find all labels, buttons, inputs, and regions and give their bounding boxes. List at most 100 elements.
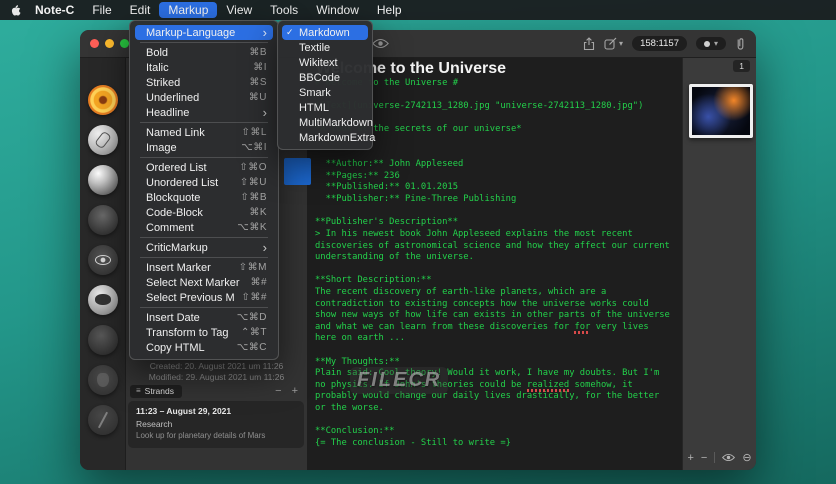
menubar-item-file[interactable]: File — [83, 2, 120, 18]
note-card[interactable]: 11:23 – August 29, 2021 Research Look up… — [128, 401, 304, 448]
sphere-icon[interactable] — [87, 165, 118, 195]
compose-group[interactable]: ▾ — [604, 37, 623, 50]
attach-paperclip-icon[interactable] — [735, 37, 746, 51]
note-title-label: Research — [136, 419, 173, 429]
submenu-item-smark[interactable]: Smark — [282, 85, 368, 100]
menubar-item-view[interactable]: View — [217, 2, 261, 18]
menu-item-transform-to-tag[interactable]: Transform to Tag ⌃⌘T — [135, 325, 273, 340]
menu-separator — [140, 257, 268, 258]
submenu-item-wikitext[interactable]: Wikitext — [282, 55, 368, 70]
zoom-window-button[interactable] — [120, 39, 129, 48]
menu-item-copy-html[interactable]: Copy HTML ⌥⌘C — [135, 340, 273, 355]
share-icon[interactable] — [583, 36, 595, 51]
shortcut-label: ⇧⌘L — [241, 127, 267, 138]
add-attachment-button[interactable]: + — [687, 452, 693, 464]
shortcut-label: ⌥⌘I — [241, 142, 267, 153]
add-note-button[interactable]: + — [287, 385, 303, 397]
menu-item-ordered-list[interactable]: Ordered List ⇧⌘O — [135, 160, 273, 175]
preview-eye-icon[interactable] — [372, 38, 389, 49]
menubar-item-help[interactable]: Help — [368, 2, 411, 18]
image-attachment-block[interactable] — [284, 158, 311, 185]
mask-icon[interactable] — [87, 365, 118, 395]
menubar-app-name[interactable]: Note-C — [26, 2, 83, 18]
attachments-panel: 1 + − ⊖ — [682, 58, 756, 470]
dot-icon — [703, 40, 710, 47]
submenu-item-bbcode[interactable]: BBCode — [282, 70, 368, 85]
submenu-item-markdown[interactable]: ✓ Markdown — [282, 25, 368, 40]
menu-item-headline[interactable]: Headline › — [135, 105, 273, 120]
remove-note-button[interactable]: − — [270, 385, 286, 397]
menu-item-unordered-list[interactable]: Unordered List ⇧⌘U — [135, 175, 273, 190]
code-line: here on earth ... — [315, 333, 406, 344]
minimize-window-button[interactable] — [105, 39, 114, 48]
apple-logo-icon[interactable] — [10, 4, 21, 17]
menu-separator — [140, 122, 268, 123]
code-line: > In his newest book John Appleseed expl… — [315, 228, 633, 239]
stone-icon[interactable] — [87, 325, 118, 355]
astronaut-icon[interactable] — [87, 285, 118, 315]
menu-item-code-block[interactable]: Code-Block ⌘K — [135, 205, 273, 220]
strands-button[interactable]: ≡ Strands — [130, 384, 182, 398]
menu-separator — [140, 237, 268, 238]
disc-icon[interactable] — [87, 205, 118, 235]
note-created-label: Created: 20. August 2021 um 11:26 — [149, 361, 284, 371]
shortcut-label: ⌃⌘T — [241, 327, 267, 338]
menubar-item-tools[interactable]: Tools — [261, 2, 307, 18]
eye-icon[interactable] — [87, 245, 118, 275]
notes-list-toolbar: ≡ Strands − + — [130, 384, 303, 398]
menu-item-image[interactable]: Image ⌥⌘I — [135, 140, 273, 155]
code-line: and what we can learn from these discove… — [315, 321, 649, 332]
menu-item-criticmarkup[interactable]: CriticMarkup › — [135, 240, 273, 255]
shortcut-label: ⌘# — [250, 277, 267, 288]
menubar-item-edit[interactable]: Edit — [121, 2, 160, 18]
menu-item-markup-language[interactable]: Markup-Language › — [135, 25, 273, 40]
submenu-item-multimarkdown[interactable]: MultiMarkdown — [282, 115, 373, 130]
menubar-item-markup[interactable]: Markup — [159, 2, 218, 18]
menu-item-named-link[interactable]: Named Link ⇧⌘L — [135, 125, 273, 140]
menu-item-select-next-marker[interactable]: Select Next Marker ⌘# — [135, 275, 273, 290]
desktop: ▾ 158:1157 ▾ Created: 20. August 2021 um… — [0, 0, 836, 484]
submenu-item-markdownextra[interactable]: MarkdownExtra — [282, 130, 375, 145]
code-line: **Author:** John Appleseed — [315, 159, 464, 170]
menu-item-blockquote[interactable]: Blockquote ⇧⌘B — [135, 190, 273, 205]
preview-eye-icon[interactable] — [722, 453, 736, 462]
spellcheck-underline — [574, 331, 590, 334]
menu-item-select-previous-marker[interactable]: Select Previous Marker⇧⌘# — [135, 290, 273, 305]
shortcut-label: ⇧⌘B — [240, 192, 267, 203]
note-subtitle-label: Look up for planetary details of Mars — [136, 431, 266, 440]
appearance-toggle[interactable]: ▾ — [695, 37, 726, 50]
menu-item-underlined[interactable]: Underlined ⌘U — [135, 90, 273, 105]
menu-item-comment[interactable]: Comment ⌥⌘K — [135, 220, 273, 235]
menu-item-striked[interactable]: Striked ⌘S — [135, 75, 273, 90]
watermark: FILECR — [350, 367, 449, 394]
menu-item-italic[interactable]: Italic ⌘I — [135, 60, 273, 75]
attachments-controls: + − ⊖ — [683, 451, 756, 465]
menu-item-insert-date[interactable]: Insert Date ⌥⌘D — [135, 310, 273, 325]
menu-item-insert-marker[interactable]: Insert Marker ⇧⌘M — [135, 260, 273, 275]
divider — [714, 452, 716, 463]
submenu-arrow-icon: › — [262, 240, 267, 255]
submenu-item-html[interactable]: HTML — [282, 100, 368, 115]
paperclip-icon[interactable] — [87, 125, 118, 155]
markup-menu: Markup-Language › Bold ⌘B Italic ⌘I Striked ⌘S U… — [129, 20, 279, 360]
code-line: **Published:** 01.01.2015 — [315, 182, 458, 193]
chevron-down-icon: ▾ — [713, 39, 718, 48]
shortcut-label: ⌘S — [249, 77, 267, 88]
hide-panel-icon[interactable]: ⊖ — [742, 451, 751, 464]
toolbar-right-group: ▾ 158:1157 ▾ — [583, 30, 746, 57]
compose-icon — [604, 37, 617, 50]
shortcut-label: ⇧⌘# — [241, 292, 267, 303]
submenu-item-textile[interactable]: Textile — [282, 40, 368, 55]
attachment-thumbnail[interactable] — [689, 84, 753, 138]
menubar-item-window[interactable]: Window — [307, 2, 368, 18]
sun-icon[interactable] — [87, 85, 118, 115]
close-window-button[interactable] — [90, 39, 99, 48]
menubar: Note-C File Edit Markup View Tools Window Help — [0, 0, 836, 20]
remove-attachment-button[interactable]: − — [701, 452, 707, 464]
feather-icon[interactable] — [87, 405, 118, 435]
menu-item-bold[interactable]: Bold ⌘B — [135, 45, 273, 60]
shortcut-label: ⌘K — [249, 207, 267, 218]
